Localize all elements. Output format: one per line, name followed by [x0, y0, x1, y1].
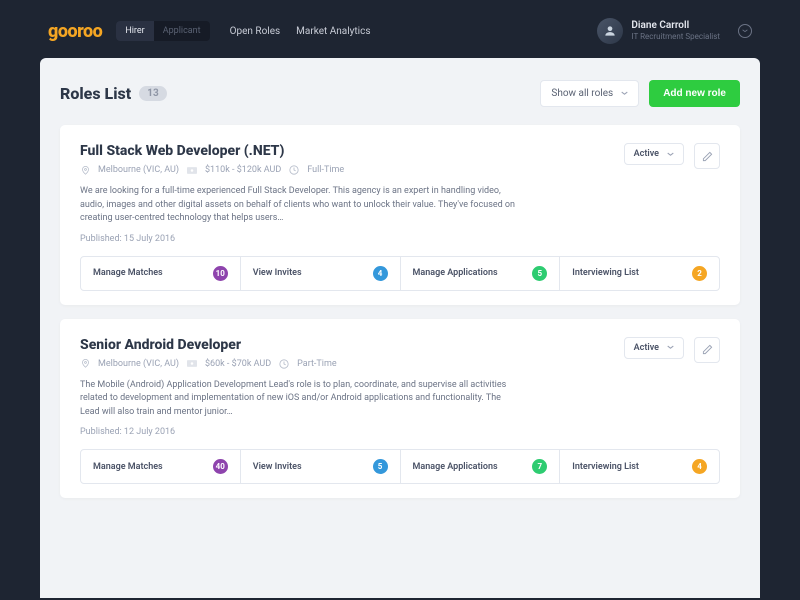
- edit-button[interactable]: [694, 143, 720, 169]
- action-label: Manage Matches: [93, 462, 163, 472]
- role-description: We are looking for a full-time experienc…: [80, 185, 520, 226]
- salary-icon: [187, 359, 197, 369]
- action-invites[interactable]: View Invites 4: [241, 257, 401, 290]
- action-label: View Invites: [253, 462, 302, 472]
- action-matches[interactable]: Manage Matches 10: [81, 257, 241, 290]
- role-salary: $60k - $70k AUD: [205, 359, 271, 369]
- role-card: Full Stack Web Developer (.NET) Melbourn…: [60, 125, 740, 305]
- user-info: Diane Carroll IT Recruitment Specialist: [631, 20, 720, 42]
- status-label: Active: [634, 343, 659, 353]
- action-invites[interactable]: View Invites 5: [241, 450, 401, 483]
- status-dropdown[interactable]: Active: [624, 337, 684, 359]
- role-card: Senior Android Developer Melbourne (VIC,…: [60, 319, 740, 499]
- role-title: Senior Android Developer: [80, 337, 614, 353]
- clock-icon: [289, 165, 299, 175]
- user-role: IT Recruitment Specialist: [631, 32, 720, 42]
- role-location: Melbourne (VIC, AU): [98, 359, 179, 369]
- action-label: Interviewing List: [572, 462, 639, 472]
- avatar: [597, 18, 623, 44]
- role-type: Part-Time: [297, 359, 336, 369]
- panel-header: Roles List 13 Show all roles Add new rol…: [60, 80, 740, 107]
- roles-count: 13: [139, 86, 166, 101]
- mode-hirer[interactable]: Hirer: [116, 21, 153, 41]
- role-description: The Mobile (Android) Application Develop…: [80, 379, 520, 420]
- location-icon: [80, 165, 90, 175]
- chevron-down-icon: [621, 91, 628, 96]
- role-meta: Melbourne (VIC, AU) $60k - $70k AUD Part…: [80, 359, 614, 369]
- action-apps[interactable]: Manage Applications 5: [401, 257, 561, 290]
- action-label: Manage Applications: [413, 462, 498, 472]
- role-published: Published: 12 July 2016: [80, 427, 720, 437]
- add-role-button[interactable]: Add new role: [649, 80, 740, 107]
- edit-button[interactable]: [694, 337, 720, 363]
- chevron-down-icon: [667, 152, 674, 157]
- top-nav: gooroo Hirer Applicant Open Roles Market…: [0, 0, 800, 58]
- user-menu[interactable]: Diane Carroll IT Recruitment Specialist: [597, 18, 752, 44]
- filter-dropdown[interactable]: Show all roles: [540, 80, 639, 107]
- action-matches[interactable]: Manage Matches 40: [81, 450, 241, 483]
- action-count: 5: [532, 266, 547, 281]
- brand-logo[interactable]: gooroo: [48, 21, 102, 42]
- role-published: Published: 15 July 2016: [80, 234, 720, 244]
- roles-panel: Roles List 13 Show all roles Add new rol…: [40, 58, 760, 598]
- user-name: Diane Carroll: [631, 20, 720, 32]
- nav-market-analytics[interactable]: Market Analytics: [296, 26, 370, 37]
- status-label: Active: [634, 149, 659, 159]
- nav-open-roles[interactable]: Open Roles: [230, 26, 281, 37]
- pencil-icon: [702, 151, 713, 162]
- role-title: Full Stack Web Developer (.NET): [80, 143, 614, 159]
- clock-icon: [279, 359, 289, 369]
- location-icon: [80, 359, 90, 369]
- role-meta: Melbourne (VIC, AU) $110k - $120k AUD Fu…: [80, 165, 614, 175]
- role-actions: Manage Matches 10 View Invites 4 Manage …: [80, 256, 720, 291]
- action-label: View Invites: [253, 268, 302, 278]
- status-dropdown[interactable]: Active: [624, 143, 684, 165]
- action-count: 2: [692, 266, 707, 281]
- action-label: Manage Applications: [413, 268, 498, 278]
- page-title: Roles List: [60, 84, 131, 103]
- chevron-down-icon: [667, 345, 674, 350]
- action-count: 4: [373, 266, 388, 281]
- mode-applicant[interactable]: Applicant: [154, 21, 210, 41]
- action-count: 10: [213, 266, 228, 281]
- mode-toggle: Hirer Applicant: [116, 21, 209, 41]
- pencil-icon: [702, 344, 713, 355]
- filter-label: Show all roles: [551, 88, 613, 99]
- action-count: 40: [213, 459, 228, 474]
- action-label: Interviewing List: [572, 268, 639, 278]
- role-actions: Manage Matches 40 View Invites 5 Manage …: [80, 449, 720, 484]
- action-interviews[interactable]: Interviewing List 4: [560, 450, 719, 483]
- user-dropdown-icon[interactable]: [738, 24, 752, 38]
- salary-icon: [187, 165, 197, 175]
- action-apps[interactable]: Manage Applications 7: [401, 450, 561, 483]
- role-location: Melbourne (VIC, AU): [98, 165, 179, 175]
- role-type: Full-Time: [307, 165, 344, 175]
- main-nav: Open Roles Market Analytics: [230, 26, 371, 37]
- action-count: 5: [373, 459, 388, 474]
- role-salary: $110k - $120k AUD: [205, 165, 281, 175]
- action-count: 7: [532, 459, 547, 474]
- action-label: Manage Matches: [93, 268, 163, 278]
- action-interviews[interactable]: Interviewing List 2: [560, 257, 719, 290]
- action-count: 4: [692, 459, 707, 474]
